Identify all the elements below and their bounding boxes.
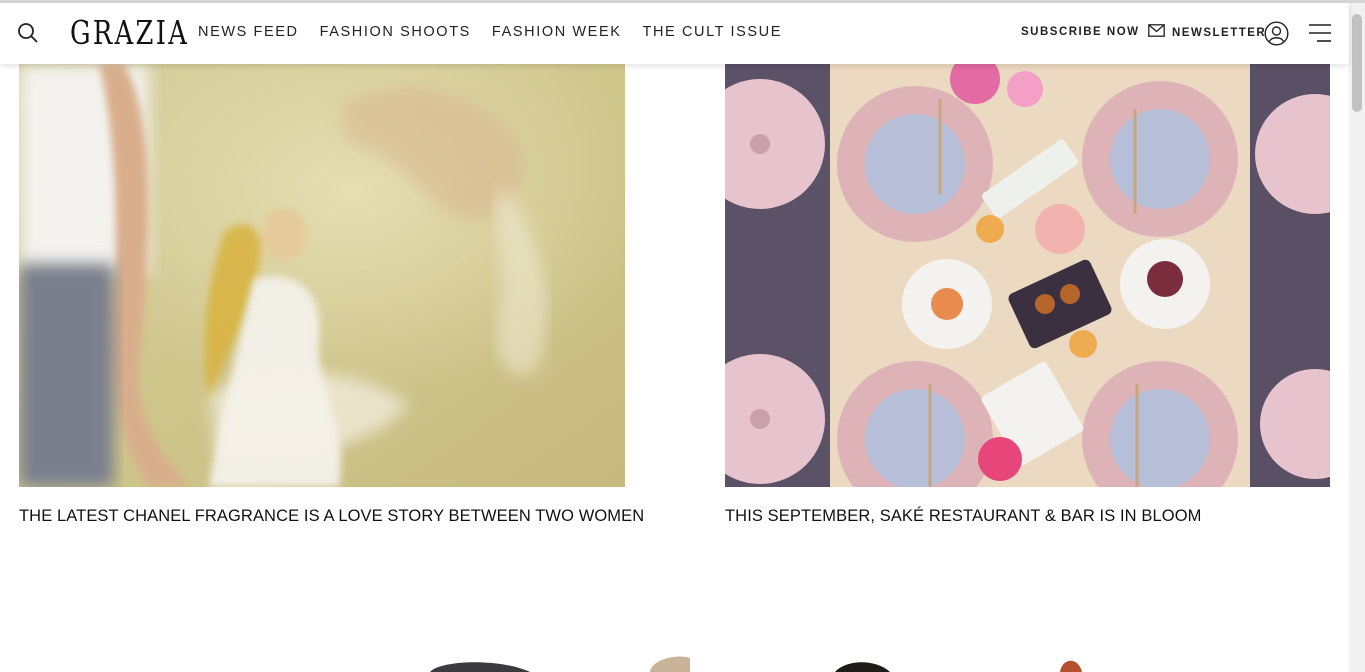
article-title-sake[interactable]: THIS SEPTEMBER, SAKÉ RESTAURANT & BAR IS… <box>725 507 1330 526</box>
site-logo[interactable]: GRAZIA <box>70 13 189 53</box>
main-nav: NEWS FEED FASHION SHOOTS FASHION WEEK TH… <box>198 24 803 40</box>
nav-item-fashion-week[interactable]: FASHION WEEK <box>492 24 622 40</box>
user-icon[interactable] <box>1264 21 1289 46</box>
site-header: GRAZIA NEWS FEED FASHION SHOOTS FASHION … <box>0 3 1349 64</box>
envelope-icon <box>1148 24 1165 42</box>
product-image-shorts[interactable] <box>650 656 690 672</box>
article-image-chanel[interactable] <box>19 64 625 487</box>
nav-item-fashion-shoots[interactable]: FASHION SHOOTS <box>320 24 471 40</box>
article-title-chanel[interactable]: THE LATEST CHANEL FRAGRANCE IS A LOVE ST… <box>19 507 644 526</box>
product-image-top[interactable] <box>430 662 530 672</box>
hamburger-menu-icon[interactable] <box>1309 23 1331 43</box>
product-image-accessory[interactable] <box>1060 660 1082 672</box>
scrollbar-thumb[interactable] <box>1352 14 1362 112</box>
article-card-sake[interactable]: THIS SEPTEMBER, SAKÉ RESTAURANT & BAR IS… <box>725 64 1330 526</box>
nav-item-news-feed[interactable]: NEWS FEED <box>198 24 299 40</box>
subscribe-button[interactable]: SUBSCRIBE NOW <box>1021 26 1140 38</box>
article-card-chanel[interactable]: THE LATEST CHANEL FRAGRANCE IS A LOVE ST… <box>19 64 644 526</box>
article-image-sake[interactable] <box>725 64 1330 487</box>
product-image-jacket[interactable] <box>835 662 890 672</box>
product-carousel-peek <box>0 652 1349 672</box>
newsletter-label: NEWSLETTER <box>1172 27 1267 39</box>
search-icon[interactable] <box>17 22 39 44</box>
nav-item-the-cult-issue[interactable]: THE CULT ISSUE <box>643 24 783 40</box>
newsletter-button[interactable]: NEWSLETTER <box>1148 24 1266 42</box>
